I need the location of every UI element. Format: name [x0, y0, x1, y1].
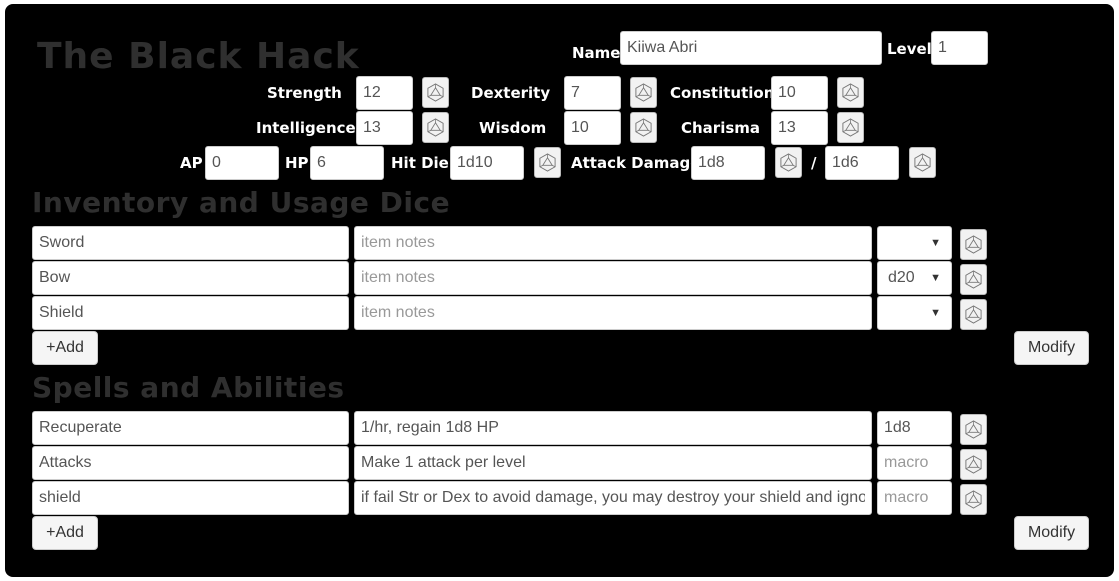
d20-dice-icon	[914, 153, 931, 172]
wisdom-input[interactable]	[564, 111, 621, 145]
d20-dice-icon	[965, 455, 982, 474]
spell-description[interactable]	[354, 446, 872, 480]
modify-inventory-button[interactable]: Modify	[1014, 331, 1089, 365]
roll-strength-button[interactable]	[422, 77, 449, 108]
spell-name[interactable]	[32, 481, 349, 515]
roll-dexterity-button[interactable]	[630, 77, 657, 108]
spell-macro-input[interactable]	[877, 481, 952, 515]
hp-input[interactable]	[310, 146, 384, 180]
inventory-item-notes[interactable]	[354, 261, 872, 295]
d20-dice-icon	[539, 153, 556, 172]
spell-name[interactable]	[32, 411, 349, 445]
charisma-input[interactable]	[771, 111, 828, 145]
strength-input[interactable]	[356, 76, 413, 110]
add-spell-button[interactable]: +Add	[32, 516, 98, 550]
roll-usage-die-button[interactable]	[960, 229, 987, 260]
d20-dice-icon	[965, 420, 982, 439]
spells-heading: Spells and Abilities	[32, 371, 345, 404]
inventory-item-name[interactable]	[32, 296, 349, 330]
attack-damage-label: Attack Damage	[571, 154, 701, 172]
roll-usage-die-button[interactable]	[960, 264, 987, 295]
d20-dice-icon	[965, 305, 982, 324]
character-sheet: The Black Hack Name Level Strength Dexte…	[5, 4, 1114, 577]
intelligence-input[interactable]	[356, 111, 413, 145]
d20-dice-icon	[427, 83, 444, 102]
constitution-label: Constitution	[670, 84, 775, 102]
modify-spells-button[interactable]: Modify	[1014, 516, 1089, 550]
hit-die-label: Hit Die	[391, 154, 449, 172]
roll-spell-macro-button[interactable]	[960, 414, 987, 445]
roll-constitution-button[interactable]	[837, 77, 864, 108]
chevron-down-icon: ▼	[930, 272, 941, 284]
d20-dice-icon	[842, 118, 859, 137]
level-input[interactable]	[931, 31, 988, 65]
d20-dice-icon	[427, 118, 444, 137]
attack-damage-input[interactable]	[691, 146, 765, 180]
strength-label: Strength	[267, 84, 342, 102]
ap-label: AP	[180, 154, 203, 172]
add-inventory-button[interactable]: +Add	[32, 331, 98, 365]
d20-dice-icon	[635, 118, 652, 137]
spell-macro-input[interactable]	[877, 446, 952, 480]
roll-intelligence-button[interactable]	[422, 112, 449, 143]
hp-label: HP	[285, 154, 309, 172]
roll-spell-macro-button[interactable]	[960, 449, 987, 480]
usage-dice-select[interactable]: d20 ▼	[877, 261, 952, 295]
name-label: Name	[572, 44, 621, 62]
roll-wisdom-button[interactable]	[630, 112, 657, 143]
d20-dice-icon	[965, 270, 982, 289]
spell-description[interactable]	[354, 411, 872, 445]
usage-dice-select[interactable]: ▼	[877, 296, 952, 330]
hit-die-input[interactable]	[450, 146, 524, 180]
inventory-heading: Inventory and Usage Dice	[32, 186, 451, 219]
chevron-down-icon: ▼	[930, 307, 941, 319]
attack-damage-secondary-input[interactable]	[825, 146, 899, 180]
dexterity-label: Dexterity	[471, 84, 551, 102]
intelligence-label: Intelligence	[256, 119, 356, 137]
app-title: The Black Hack	[37, 36, 360, 77]
usage-dice-select[interactable]: ▼	[877, 226, 952, 260]
spell-name[interactable]	[32, 446, 349, 480]
inventory-item-notes[interactable]	[354, 226, 872, 260]
wisdom-label: Wisdom	[479, 119, 547, 137]
d20-dice-icon	[842, 83, 859, 102]
roll-attack-damage-button[interactable]	[775, 147, 802, 178]
name-input[interactable]	[620, 31, 882, 65]
d20-dice-icon	[635, 83, 652, 102]
inventory-item-notes[interactable]	[354, 296, 872, 330]
inventory-item-name[interactable]	[32, 226, 349, 260]
level-label: Level	[887, 40, 932, 58]
d20-dice-icon	[965, 490, 982, 509]
roll-attack-damage-secondary-button[interactable]	[909, 147, 936, 178]
dexterity-input[interactable]	[564, 76, 621, 110]
roll-spell-macro-button[interactable]	[960, 484, 987, 515]
charisma-label: Charisma	[681, 119, 761, 137]
roll-hit-die-button[interactable]	[534, 147, 561, 178]
spell-macro-input[interactable]	[877, 411, 952, 445]
spell-description[interactable]	[354, 481, 872, 515]
roll-usage-die-button[interactable]	[960, 299, 987, 330]
d20-dice-icon	[965, 235, 982, 254]
inventory-item-name[interactable]	[32, 261, 349, 295]
constitution-input[interactable]	[771, 76, 828, 110]
usage-dice-value: d20	[888, 269, 915, 286]
attack-separator: /	[811, 154, 817, 172]
ap-input[interactable]	[205, 146, 279, 180]
chevron-down-icon: ▼	[930, 237, 941, 249]
roll-charisma-button[interactable]	[837, 112, 864, 143]
d20-dice-icon	[780, 153, 797, 172]
